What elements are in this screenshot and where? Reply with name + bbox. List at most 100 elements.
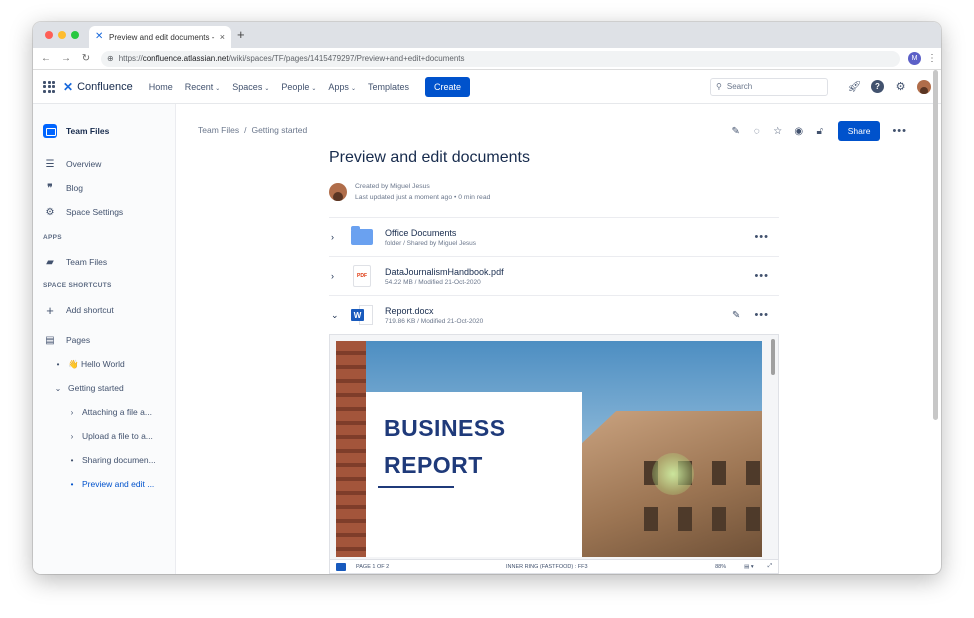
file-more-icon[interactable]: ••• — [754, 270, 769, 282]
nav-templates[interactable]: Templates — [368, 82, 409, 92]
overview-icon: ☰ — [45, 158, 55, 170]
breadcrumb: Team Files / Getting started — [198, 125, 307, 135]
gear-icon[interactable]: ⚙ — [894, 80, 907, 93]
gear-icon: ⚙ — [45, 206, 55, 218]
file-row-docx[interactable]: ⌄ W Report.docx 719.86 KB / Modified 21-… — [329, 295, 779, 334]
file-info: Report.docx 719.86 KB / Modified 21-Oct-… — [385, 306, 732, 325]
view-mode-icon[interactable]: ▤ ▾ — [744, 564, 754, 570]
confluence-top-nav: ✕ Confluence Home Recent ⌄ Spaces ⌄ People… — [33, 70, 941, 104]
nav-apps[interactable]: Apps ⌄ — [328, 82, 356, 92]
report-title-card: BUSINESS REPORT — [366, 392, 582, 557]
url-path: /wiki/spaces/TF/pages/1415479297/Preview… — [228, 54, 465, 63]
rocket-icon[interactable]: 🚀︎ — [848, 80, 862, 93]
confluence-home-link[interactable]: ✕ Confluence — [63, 80, 133, 94]
comment-icon[interactable]: ◌ — [751, 126, 763, 137]
apps-heading: APPS — [43, 234, 62, 241]
sidebar-item-blog[interactable]: ❞ Blog — [33, 176, 175, 200]
browser-profile-avatar[interactable]: M — [908, 52, 921, 65]
space-sidebar: Team Files ☰ Overview ❞ Blog ⚙ Space Set… — [33, 104, 176, 574]
breadcrumb-item-getting-started[interactable]: Getting started — [251, 125, 307, 135]
file-name[interactable]: Office Documents — [385, 228, 754, 238]
quote-icon: ❞ — [47, 182, 53, 194]
file-more-icon[interactable]: ••• — [754, 309, 769, 321]
more-actions-icon[interactable]: ••• — [892, 125, 907, 137]
tree-item-attaching-file[interactable]: › Attaching a file a... — [33, 400, 175, 424]
tab-close-icon[interactable]: × — [220, 32, 225, 42]
fullscreen-icon[interactable]: ⤢ — [768, 563, 772, 570]
file-row-office-documents[interactable]: › Office Documents folder / Shared by Mi… — [329, 217, 779, 256]
chevron-right-icon[interactable]: › — [331, 271, 345, 281]
chevron-right-icon[interactable]: › — [331, 232, 345, 242]
sidebar-item-pages[interactable]: ▤ Pages — [33, 328, 175, 352]
tree-item-hello-world[interactable]: • 👋 Hello World — [33, 352, 175, 376]
close-window-button[interactable] — [45, 31, 53, 39]
sidebar-item-space-settings[interactable]: ⚙ Space Settings — [33, 200, 175, 224]
window-scrollbar[interactable] — [933, 70, 938, 420]
author-avatar[interactable] — [329, 183, 347, 201]
app-switcher-icon[interactable] — [43, 80, 55, 93]
user-avatar[interactable] — [917, 79, 931, 94]
document-preview[interactable]: BUSINESS REPORT PAGE 1 OF 2 INNER RING (… — [329, 334, 779, 574]
nav-people-label: People — [281, 81, 310, 92]
chevron-right-icon[interactable]: › — [67, 432, 77, 441]
chevron-down-icon[interactable]: ⌄ — [53, 384, 63, 393]
sidebar-item-label: Pages — [66, 335, 91, 345]
url-input[interactable]: ⊕ https://confluence.atlassian.net/wiki/… — [101, 50, 900, 67]
nav-recent[interactable]: Recent ⌄ — [185, 82, 221, 92]
watch-eye-icon[interactable]: ◉ — [793, 126, 805, 137]
breadcrumb-item-team-files[interactable]: Team Files — [198, 125, 239, 135]
edit-pencil-icon[interactable]: ✎ — [732, 310, 740, 321]
chevron-right-icon[interactable]: › — [67, 408, 77, 417]
help-icon[interactable]: ? — [871, 80, 884, 93]
status-center-text: INNER RING (FASTFOOD) : FF3 — [506, 563, 588, 570]
site-info-icon[interactable]: ⊕ — [107, 54, 114, 63]
tree-item-getting-started[interactable]: ⌄ Getting started — [33, 376, 175, 400]
file-row-pdf[interactable]: › PDF DataJournalismHandbook.pdf 54.22 M… — [329, 256, 779, 295]
search-input[interactable]: ⚲ Search — [710, 77, 828, 96]
browser-menu-icon[interactable]: ⋮ — [927, 53, 937, 64]
tree-item-upload-file[interactable]: › Upload a file to a... — [33, 424, 175, 448]
space-icon — [43, 124, 57, 138]
minimize-window-button[interactable] — [58, 31, 66, 39]
maximize-window-button[interactable] — [71, 31, 79, 39]
share-button[interactable]: Share — [837, 121, 881, 141]
address-bar: ← → ↻ ⊕ https://confluence.atlassian.net… — [33, 48, 941, 70]
file-more-icon[interactable]: ••• — [754, 231, 769, 243]
chevron-down-icon[interactable]: ⌄ — [331, 310, 345, 321]
nav-spaces[interactable]: Spaces ⌄ — [232, 82, 269, 92]
restrictions-lock-icon[interactable]: 🔓︎ — [814, 126, 826, 137]
sidebar-item-overview[interactable]: ☰ Overview — [33, 152, 175, 176]
search-icon: ⚲ — [716, 82, 722, 91]
preview-scrollbar[interactable] — [771, 339, 775, 375]
reload-icon[interactable]: ↻ — [79, 53, 93, 64]
brand-name: Confluence — [77, 80, 133, 93]
zoom-level[interactable]: 88% — [715, 564, 726, 570]
report-divider — [378, 486, 454, 488]
url-prefix: https:// — [118, 54, 143, 63]
forward-arrow-icon[interactable]: → — [59, 53, 73, 64]
space-name: Team Files — [66, 126, 110, 136]
building-left — [336, 341, 366, 557]
file-info: DataJournalismHandbook.pdf 54.22 MB / Mo… — [385, 267, 754, 286]
create-button[interactable]: Create — [425, 76, 471, 97]
file-name[interactable]: DataJournalismHandbook.pdf — [385, 267, 754, 277]
add-shortcut-button[interactable]: + Add shortcut — [33, 298, 175, 322]
sidebar-item-team-files[interactable]: ▰ Team Files — [33, 250, 175, 274]
edit-pencil-icon[interactable]: ✎ — [730, 126, 742, 137]
nav-home[interactable]: Home — [149, 82, 173, 92]
tree-item-preview-edit[interactable]: • Preview and edit ... — [33, 472, 175, 496]
nav-people[interactable]: People ⌄ — [281, 82, 316, 92]
report-title: BUSINESS REPORT — [384, 410, 506, 484]
chevron-down-icon: ⌄ — [264, 85, 270, 92]
star-icon[interactable]: ☆ — [772, 126, 784, 137]
browser-window: ✕ Preview and edit documents - × + ← → ↻… — [33, 22, 941, 574]
back-arrow-icon[interactable]: ← — [39, 53, 53, 64]
space-header[interactable]: Team Files — [33, 122, 175, 140]
created-by: Created by Miguel Jesus — [355, 183, 430, 190]
file-name[interactable]: Report.docx — [385, 306, 732, 316]
file-meta: 719.86 KB / Modified 21-Oct-2020 — [385, 317, 484, 325]
tree-item-sharing-documents[interactable]: • Sharing documen... — [33, 448, 175, 472]
page-actions: ✎ ◌ ☆ ◉ 🔓︎ Share ••• — [721, 121, 907, 141]
new-tab-button[interactable]: + — [237, 27, 245, 42]
browser-tab[interactable]: ✕ Preview and edit documents - × — [89, 26, 231, 48]
